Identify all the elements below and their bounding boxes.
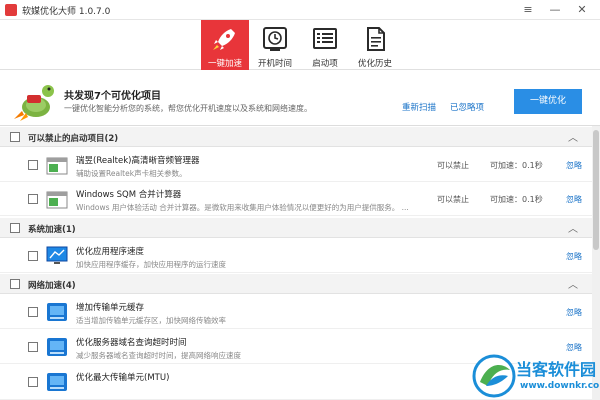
document-icon: [367, 27, 385, 51]
section-header-system[interactable]: 系统加速(1) ︿: [0, 218, 592, 238]
app-window-icon: [46, 157, 68, 175]
list-item: 瑞昱(Realtek)高清晰音频管理器 辅助设置Realtek声卡相关参数。 可…: [0, 148, 592, 182]
item-speedup: 可加速：0.1秒: [490, 161, 543, 170]
scan-summary-panel: 共发现7个可优化项目 一键优化智能分析您的系统，帮您优化开机速度以及系统和网络速…: [0, 71, 600, 126]
item-checkbox[interactable]: [28, 160, 38, 170]
window-title: 软媒优化大师 1.0.7.0: [22, 7, 111, 17]
section-header-startup[interactable]: 可以禁止的启动项目(2) ︿: [0, 127, 592, 147]
one-click-optimize-button[interactable]: 一键优化: [514, 89, 582, 114]
section-checkbox[interactable]: [10, 223, 20, 233]
item-checkbox[interactable]: [28, 307, 38, 317]
item-checkbox[interactable]: [28, 342, 38, 352]
item-title: 瑞昱(Realtek)高清晰音频管理器: [76, 156, 200, 166]
close-icon[interactable]: ✕: [572, 2, 592, 18]
item-status: 可以禁止: [437, 161, 469, 170]
section-header-network[interactable]: 网络加速(4) ︿: [0, 274, 592, 294]
section-checkbox[interactable]: [10, 132, 20, 142]
item-description: 适当增加传输单元缓存区，加快网络传输效率: [76, 316, 226, 325]
item-status: 可以禁止: [437, 195, 469, 204]
item-title: 优化服务器域名查询超时时间: [76, 338, 187, 348]
item-description: 加快应用程序缓存，加快应用程序的运行速度: [76, 260, 226, 269]
scan-result-title: 共发现7个可优化项目: [64, 91, 161, 102]
chevron-up-icon[interactable]: ︿: [568, 129, 578, 144]
rescan-link[interactable]: 重新扫描: [402, 101, 436, 113]
section-title: 系统加速(1): [28, 225, 76, 235]
list-item: Windows SQM 合并计算器 Windows 用户体验活动 合并计算器。是…: [0, 182, 592, 216]
ignore-link[interactable]: 忽略: [566, 194, 582, 205]
monitor-icon: [46, 246, 68, 264]
chevron-up-icon[interactable]: ︿: [568, 276, 578, 291]
ignored-items-link[interactable]: 已忽略项: [450, 101, 484, 113]
turtle-rocket-mascot-icon: [14, 85, 54, 121]
item-checkbox[interactable]: [28, 377, 38, 387]
ignore-link[interactable]: 忽略: [566, 251, 582, 262]
tab-one-click-boost[interactable]: 一键加速: [201, 20, 249, 70]
clock-icon: [263, 27, 287, 51]
list-item: 优化应用程序速度 加快应用程序缓存，加快应用程序的运行速度 忽略: [0, 239, 592, 273]
tab-label: 开机时间: [257, 59, 292, 69]
list-icon: [313, 28, 337, 49]
ignore-link[interactable]: 忽略: [566, 307, 582, 318]
minimize-icon[interactable]: —: [545, 2, 565, 18]
section-title: 网络加速(4): [28, 281, 76, 291]
item-description: Windows 用户体验活动 合并计算器。是微软用来收集用户体验情况以便更好的为…: [76, 203, 409, 212]
scrollbar-thumb[interactable]: [593, 130, 599, 250]
app-window-icon: [46, 191, 68, 209]
watermark-url: www.downkr.com: [520, 381, 600, 391]
list-item: 增加传输单元缓存 适当增加传输单元缓存区，加快网络传输效率 忽略: [0, 295, 592, 329]
item-checkbox[interactable]: [28, 194, 38, 204]
menu-icon[interactable]: ≡: [518, 2, 538, 18]
tab-label: 优化历史: [357, 59, 392, 69]
item-checkbox[interactable]: [28, 251, 38, 261]
rocket-icon: [213, 29, 235, 50]
section-checkbox[interactable]: [10, 279, 20, 289]
chevron-up-icon[interactable]: ︿: [568, 220, 578, 235]
title-bar: 软媒优化大师 1.0.7.0 ≡ — ✕: [0, 0, 600, 20]
tab-startup-items[interactable]: 启动项: [301, 20, 349, 70]
item-title: Windows SQM 合并计算器: [76, 190, 182, 200]
network-icon: [47, 338, 67, 356]
network-icon: [47, 303, 67, 321]
app-logo-icon: [5, 4, 17, 16]
item-description: 辅助设置Realtek声卡相关参数。: [76, 169, 187, 178]
item-title: 增加传输单元缓存: [76, 303, 145, 313]
item-description: 减少服务器域名查询超时时间，提高网络响应速度: [76, 351, 241, 360]
toolbar: 一键加速 开机时间 启动项 优化历史: [0, 20, 600, 70]
item-title: 优化应用程序速度: [76, 247, 145, 257]
item-title: 优化最大传输单元(MTU): [76, 373, 170, 383]
tab-boot-time[interactable]: 开机时间: [251, 20, 299, 70]
section-title: 可以禁止的启动项目(2): [28, 134, 119, 144]
item-speedup: 可加速：0.1秒: [490, 195, 543, 204]
tab-optimize-history[interactable]: 优化历史: [351, 20, 399, 70]
ignore-link[interactable]: 忽略: [566, 160, 582, 171]
scan-result-description: 一键优化智能分析您的系统，帮您优化开机速度以及系统和网络速度。: [64, 104, 312, 113]
tab-label: 启动项: [312, 59, 338, 69]
tab-label: 一键加速: [207, 59, 242, 69]
watermark-name: 当客软件园: [516, 360, 597, 379]
network-icon: [47, 373, 67, 391]
